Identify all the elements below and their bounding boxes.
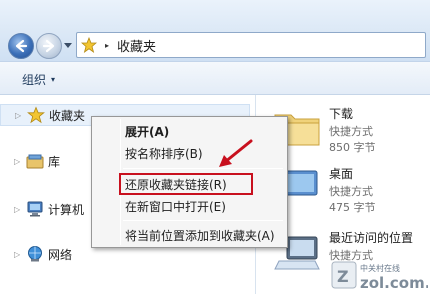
expand-arrow-icon[interactable]: ▷ <box>14 205 22 214</box>
back-button[interactable] <box>8 33 34 59</box>
library-icon <box>26 154 44 169</box>
address-bar-region: ▸ 收藏夹 <box>0 0 430 62</box>
menu-item-expand[interactable]: 展开(A) <box>94 120 285 142</box>
menu-separator <box>123 168 283 169</box>
file-size: 850 字节 <box>329 141 376 154</box>
file-name: 下载 <box>329 107 354 121</box>
svg-text:Z: Z <box>337 267 349 286</box>
context-menu: 展开(A) 按名称排序(B) 还原收藏夹链接(R) 在新窗口中打开(E) 将当前… <box>91 116 288 248</box>
organize-button[interactable]: 组织 ▾ <box>22 71 55 88</box>
nav-item-label: 计算机 <box>48 202 85 217</box>
command-bar: 组织 ▾ <box>0 62 430 95</box>
breadcrumb-separator[interactable]: ▸ <box>105 41 109 50</box>
menu-item-restore-favorites-links[interactable]: 还原收藏夹链接(R) <box>119 173 253 195</box>
menu-separator <box>123 220 283 221</box>
menu-item-open-new-window[interactable]: 在新窗口中打开(E) <box>94 195 285 217</box>
menu-item-label: 展开(A) <box>125 124 170 139</box>
file-name: 桌面 <box>329 167 354 181</box>
nav-item-label: 网络 <box>48 247 73 262</box>
arrow-right-icon <box>42 39 55 53</box>
address-field[interactable]: ▸ 收藏夹 <box>76 32 426 58</box>
menu-item-label: 在新窗口中打开(E) <box>125 199 226 214</box>
expand-arrow-icon[interactable]: ▷ <box>14 250 22 259</box>
forward-button[interactable] <box>36 33 62 59</box>
network-icon <box>28 246 42 262</box>
menu-item-add-to-favorites[interactable]: 将当前位置添加到收藏夹(A) <box>94 224 285 246</box>
star-icon <box>27 106 45 124</box>
arrow-left-icon <box>15 39 28 53</box>
file-type: 快捷方式 <box>329 125 373 138</box>
nav-item-label: 库 <box>48 154 61 169</box>
file-size: 475 字节 <box>329 201 376 214</box>
organize-label: 组织 <box>22 73 47 87</box>
menu-item-label: 还原收藏夹链接(R) <box>125 177 227 192</box>
recent-pages-dropdown-icon[interactable] <box>64 43 72 49</box>
zol-watermark-logo: 中关村在线 zol.com.cn Z <box>331 261 428 292</box>
file-name: 最近访问的位置 <box>329 231 414 245</box>
menu-item-sort-by-name[interactable]: 按名称排序(B) <box>94 142 285 164</box>
menu-item-label: 按名称排序(B) <box>125 146 203 161</box>
expand-arrow-icon[interactable]: ▷ <box>14 157 22 166</box>
chevron-down-icon: ▾ <box>51 75 56 84</box>
computer-icon <box>27 201 43 217</box>
file-type: 快捷方式 <box>329 185 373 198</box>
breadcrumb-location[interactable]: 收藏夹 <box>117 36 156 55</box>
nav-item-label: 收藏夹 <box>49 108 86 123</box>
svg-text:中关村在线: 中关村在线 <box>360 263 400 273</box>
svg-text:zol.com.cn: zol.com.cn <box>360 274 428 292</box>
menu-item-label: 将当前位置添加到收藏夹(A) <box>125 228 275 243</box>
annotation-arrow-icon <box>219 139 253 167</box>
expand-arrow-icon[interactable]: ▷ <box>15 111 23 120</box>
star-icon <box>81 37 97 53</box>
